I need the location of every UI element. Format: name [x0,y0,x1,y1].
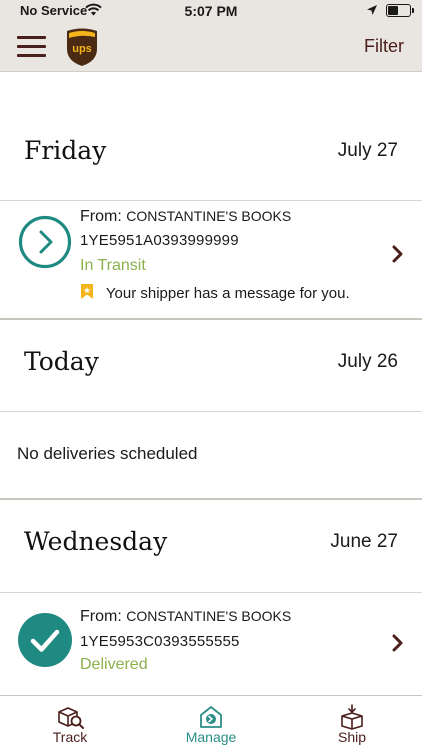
manage-icon [200,706,222,728]
tab-ship-label: Ship [337,729,367,745]
section-date: June 27 [330,531,398,552]
shipment-status: Delivered [80,656,148,673]
empty-deliveries-message: No deliveries scheduled [17,444,198,463]
status-bar: No Service 5:07 PM [0,0,422,22]
track-icon [58,707,84,729]
section-divider [0,318,422,320]
divider [0,411,422,412]
shipment-row-delivered[interactable]: From: CONSTANTINE'S BOOKS 1YE5953C039355… [0,593,422,693]
shipment-from: From: CONSTANTINE'S BOOKS [80,208,291,226]
shipper-message: Your shipper has a message for you. [80,283,350,302]
tracking-number: 1YE5953C0393555555 [80,633,240,650]
from-label: From: [80,608,122,625]
shipment-from: From: CONSTANTINE'S BOOKS [80,608,291,626]
tab-ship[interactable]: Ship [292,696,412,750]
section-day: Today [24,347,99,376]
tab-track[interactable]: Track [10,696,130,750]
section-header-wednesday: Wednesday June 27 [0,501,422,585]
location-arrow-icon [367,5,377,15]
chevron-right-icon [392,245,403,263]
in-transit-icon [18,215,72,269]
from-label: From: [80,208,122,225]
shipper-name: CONSTANTINE'S BOOKS [126,608,292,624]
nav-header: ups Filter [0,22,422,72]
section-header-friday: Friday July 27 [0,110,422,194]
bottom-tab-bar: Track Manage Ship [0,695,422,750]
section-day: Friday [24,136,107,165]
tracking-number: 1YE5951A0393999999 [80,232,239,249]
filter-button[interactable]: Filter [364,36,404,57]
hamburger-menu-icon[interactable] [17,35,46,59]
tab-manage[interactable]: Manage [151,696,271,750]
ups-logo: ups [67,28,97,66]
tab-track-label: Track [52,729,88,745]
section-divider [0,498,422,500]
shipper-message-text: Your shipper has a message for you. [105,285,350,302]
section-date: July 27 [337,140,398,161]
clock: 5:07 PM [184,3,238,19]
svg-text:ups: ups [72,43,92,55]
bookmark-icon [81,284,93,299]
section-header-today: Today July 26 [0,321,422,405]
section-date: July 26 [337,351,398,372]
shipment-status: In Transit [80,257,146,274]
battery-icon [386,4,414,17]
section-day: Wednesday [24,527,168,556]
shipper-name: CONSTANTINE'S BOOKS [126,208,292,224]
ship-icon [341,704,363,730]
tab-manage-label: Manage [185,729,237,745]
shipment-row-in-transit[interactable]: From: CONSTANTINE'S BOOKS 1YE5951A039399… [0,201,422,319]
chevron-right-icon [392,634,403,652]
delivered-check-icon [18,613,72,667]
